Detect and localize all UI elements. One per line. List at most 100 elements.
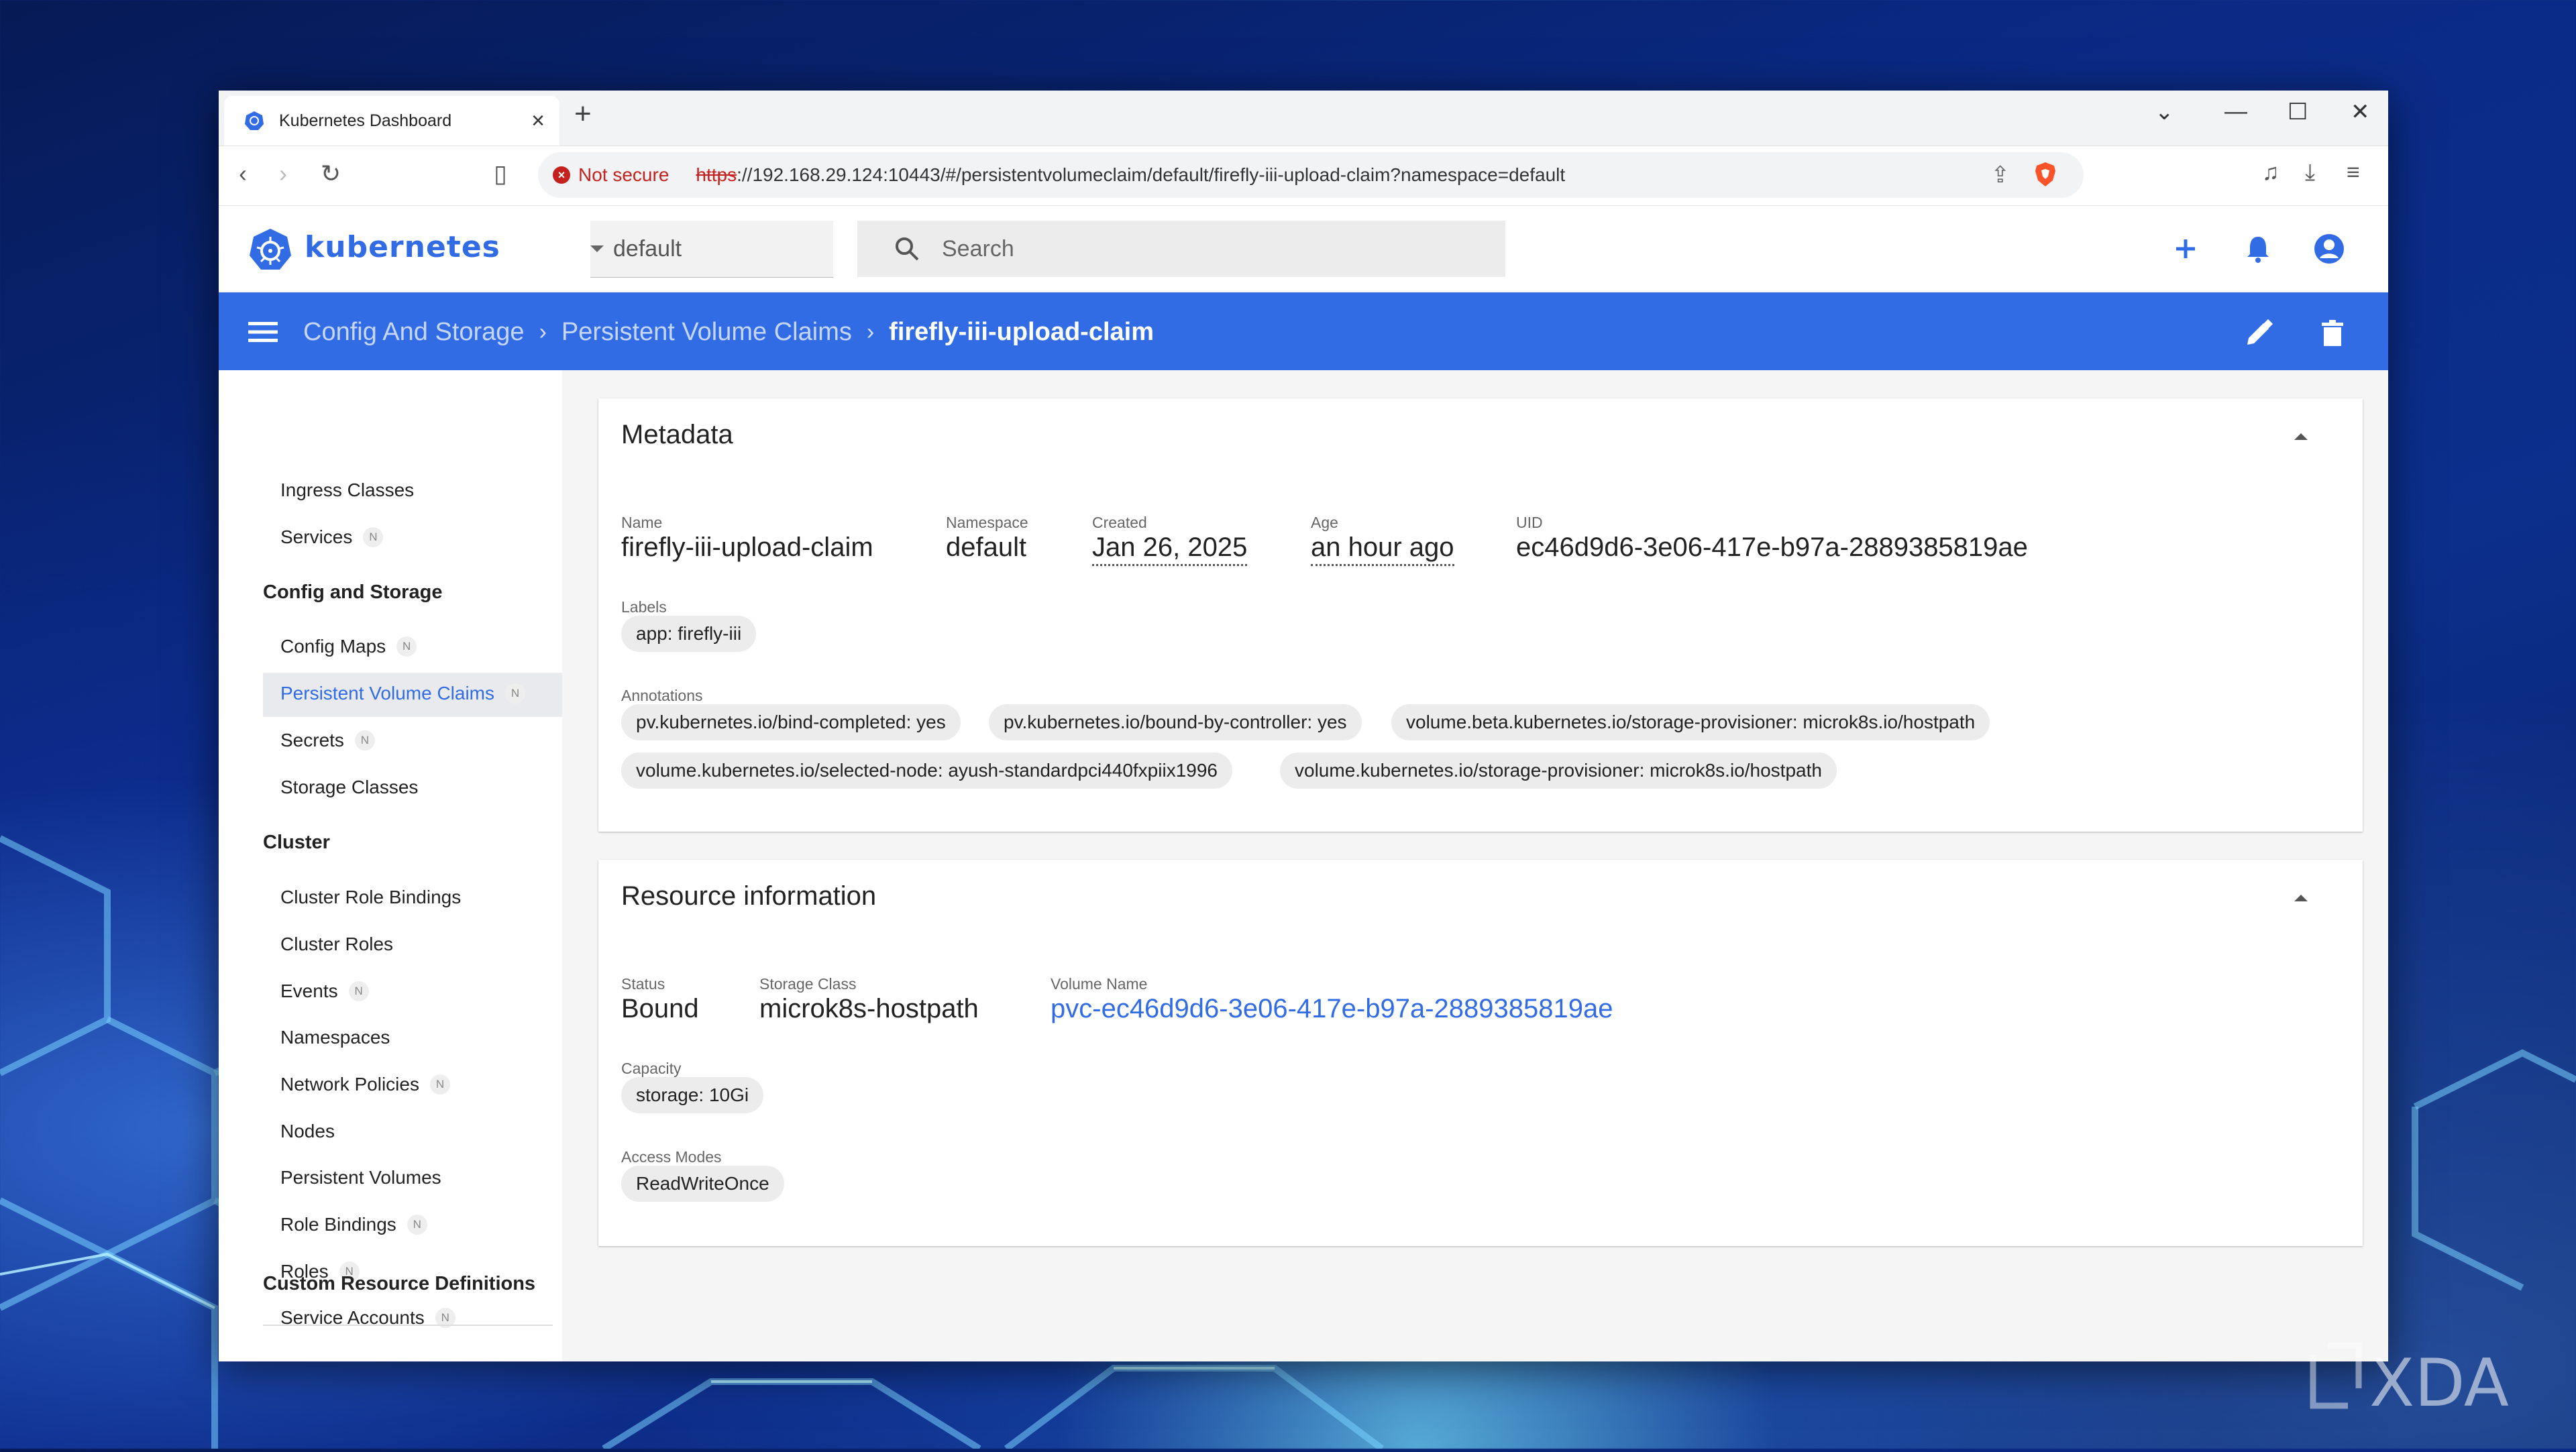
namespace-value: default [946, 533, 1027, 562]
namespace-selected: default [613, 235, 682, 262]
bookmark-icon[interactable]: ▯ [494, 160, 507, 188]
security-label: Not secure [578, 164, 669, 185]
age-value[interactable]: an hour ago [1311, 533, 1454, 566]
sidebar-item-label: Role Bindings [280, 1214, 396, 1235]
sidebar-item-label: Persistent Volumes [280, 1167, 441, 1188]
menu-icon[interactable]: ≡ [2347, 160, 2360, 186]
sidebar-divider [263, 1325, 553, 1326]
create-plus-icon[interactable] [2167, 230, 2204, 268]
annotation-chip: volume.kubernetes.io/selected-node: ayus… [621, 752, 1232, 789]
sidebar-item-label: Nodes [280, 1121, 335, 1141]
minimize-icon[interactable]: — [2224, 99, 2247, 125]
security-indicator[interactable]: × Not secure [553, 164, 669, 186]
sidebar-item-label: Namespaces [280, 1027, 390, 1048]
sidebar-section-crd[interactable]: Custom Resource Definitions [263, 1273, 535, 1295]
breadcrumb-chevron-icon: › [539, 319, 547, 345]
brave-shields-icon[interactable] [2034, 162, 2057, 187]
breadcrumb: Config And Storage › Persistent Volume C… [303, 318, 1154, 347]
namespaced-badge: N [429, 1074, 450, 1095]
namespaced-badge: N [348, 981, 369, 1001]
name-label: Name [621, 514, 663, 531]
collapse-arrow-icon[interactable] [2294, 895, 2308, 901]
namespaced-badge: N [363, 527, 384, 547]
breadcrumb-chevron-icon: › [866, 319, 875, 345]
sidebar-item-label: Persistent Volume Claims [280, 683, 495, 704]
tab-strip: Kubernetes Dashboard × + ⌄ — ☐ ✕ [219, 91, 2388, 146]
new-tab-button[interactable]: + [574, 97, 592, 131]
sidebar-item-config-maps[interactable]: Config Maps N [280, 636, 417, 657]
notifications-bell-icon[interactable] [2239, 230, 2277, 268]
browser-tab[interactable]: Kubernetes Dashboard × [224, 96, 559, 146]
sidebar-item-label: Secrets [280, 730, 344, 750]
reload-icon[interactable]: ↻ [321, 160, 341, 188]
sidebar-item-events[interactable]: Events N [280, 981, 369, 1002]
browser-window: Kubernetes Dashboard × + ⌄ — ☐ ✕ ‹ › ↻ ▯… [219, 91, 2388, 1361]
sidebar-item-secrets[interactable]: Secrets N [280, 730, 375, 751]
sidebar-item-persistent-volume-claims[interactable]: Persistent Volume Claims N [280, 683, 526, 704]
sidebar-item-label: Storage Classes [280, 777, 419, 797]
kubernetes-wordmark[interactable]: kubernetes [305, 230, 500, 264]
uid-label: UID [1516, 514, 1543, 531]
metadata-card: Metadata Name firefly-iii-upload-claim N… [598, 398, 2363, 832]
kubernetes-favicon-icon [245, 111, 264, 130]
collapse-arrow-icon[interactable] [2294, 433, 2308, 440]
namespaced-badge: N [407, 1215, 427, 1235]
sidebar-section-config-storage[interactable]: Config and Storage [263, 581, 442, 604]
edit-pencil-icon[interactable] [2242, 317, 2275, 350]
download-icon[interactable]: ⤓ [2305, 160, 2315, 186]
window-close-icon[interactable]: ✕ [2351, 99, 2370, 125]
search-icon [896, 237, 919, 261]
uid-value: ec46d9d6-3e06-417e-b97a-2889385819ae [1516, 533, 2028, 562]
hamburger-menu-icon[interactable] [248, 321, 278, 343]
label-chip: app: firefly-iii [621, 616, 757, 652]
sidebar-item-label: Ingress Classes [280, 480, 415, 500]
account-icon[interactable] [2310, 230, 2348, 268]
maximize-icon[interactable]: ☐ [2288, 99, 2308, 125]
sidebar-item-network-policies[interactable]: Network Policies N [280, 1074, 450, 1095]
sidebar-item-cluster-role-bindings[interactable]: Cluster Role Bindings [280, 887, 461, 908]
sidebar-item-label: Network Policies [280, 1074, 419, 1095]
volume-name-link[interactable]: pvc-ec46d9d6-3e06-417e-b97a-2889385819ae [1051, 994, 1613, 1024]
sidebar-item-label: Config Maps [280, 636, 386, 657]
breadcrumb-current: firefly-iii-upload-claim [889, 318, 1154, 346]
search-input[interactable] [941, 235, 1413, 263]
sidebar-item-ingress-classes[interactable]: Ingress Classes [280, 480, 414, 501]
kubernetes-logo-icon[interactable] [248, 227, 292, 272]
media-icon[interactable]: ♫ [2262, 160, 2279, 186]
sidebar-item-namespaces[interactable]: Namespaces [280, 1027, 390, 1048]
sidebar-nav: Ingress Classes Services N Config and St… [219, 370, 562, 1361]
url-scheme: https [696, 164, 737, 185]
namespace-label: Namespace [946, 514, 1028, 531]
dropdown-arrow-icon [590, 245, 604, 252]
tab-list-chevron-icon[interactable]: ⌄ [2155, 99, 2174, 125]
sidebar-item-nodes[interactable]: Nodes [280, 1121, 335, 1142]
status-label: Status [621, 975, 665, 993]
breadcrumb-pvcs[interactable]: Persistent Volume Claims [561, 318, 852, 347]
sidebar-item-storage-classes[interactable]: Storage Classes [280, 777, 418, 798]
app-header: kubernetes default [219, 206, 2388, 292]
url-text[interactable]: https://192.168.29.124:10443/#/persisten… [696, 164, 1565, 186]
capacity-label: Capacity [621, 1060, 682, 1077]
sidebar-item-services[interactable]: Services N [280, 526, 384, 548]
sidebar-item-role-bindings[interactable]: Role Bindings N [280, 1214, 427, 1235]
tab-title: Kubernetes Dashboard [279, 111, 452, 130]
delete-trash-icon[interactable] [2316, 317, 2349, 350]
namespace-selector[interactable]: default [590, 221, 833, 278]
forward-icon[interactable]: › [279, 160, 287, 188]
tab-close-icon[interactable]: × [531, 108, 545, 134]
breadcrumb-config-storage[interactable]: Config And Storage [303, 318, 525, 347]
sidebar-item-persistent-volumes[interactable]: Persistent Volumes [280, 1167, 441, 1188]
share-icon[interactable]: ⇪ [1991, 162, 2010, 188]
breadcrumb-toolbar: Config And Storage › Persistent Volume C… [219, 292, 2388, 372]
access-mode-chip: ReadWriteOnce [621, 1166, 784, 1202]
annotation-chip: pv.kubernetes.io/bind-completed: yes [621, 704, 961, 740]
sidebar-item-cluster-roles[interactable]: Cluster Roles [280, 934, 393, 955]
sidebar-item-label: Events [280, 981, 338, 1001]
sidebar-item-label: Cluster Role Bindings [280, 887, 462, 907]
storage-class-label: Storage Class [759, 975, 857, 993]
created-value[interactable]: Jan 26, 2025 [1092, 533, 1248, 566]
back-icon[interactable]: ‹ [239, 160, 247, 188]
search-box[interactable] [857, 221, 1505, 277]
address-bar[interactable]: × Not secure https://192.168.29.124:1044… [538, 152, 2084, 198]
sidebar-section-cluster[interactable]: Cluster [263, 832, 330, 854]
